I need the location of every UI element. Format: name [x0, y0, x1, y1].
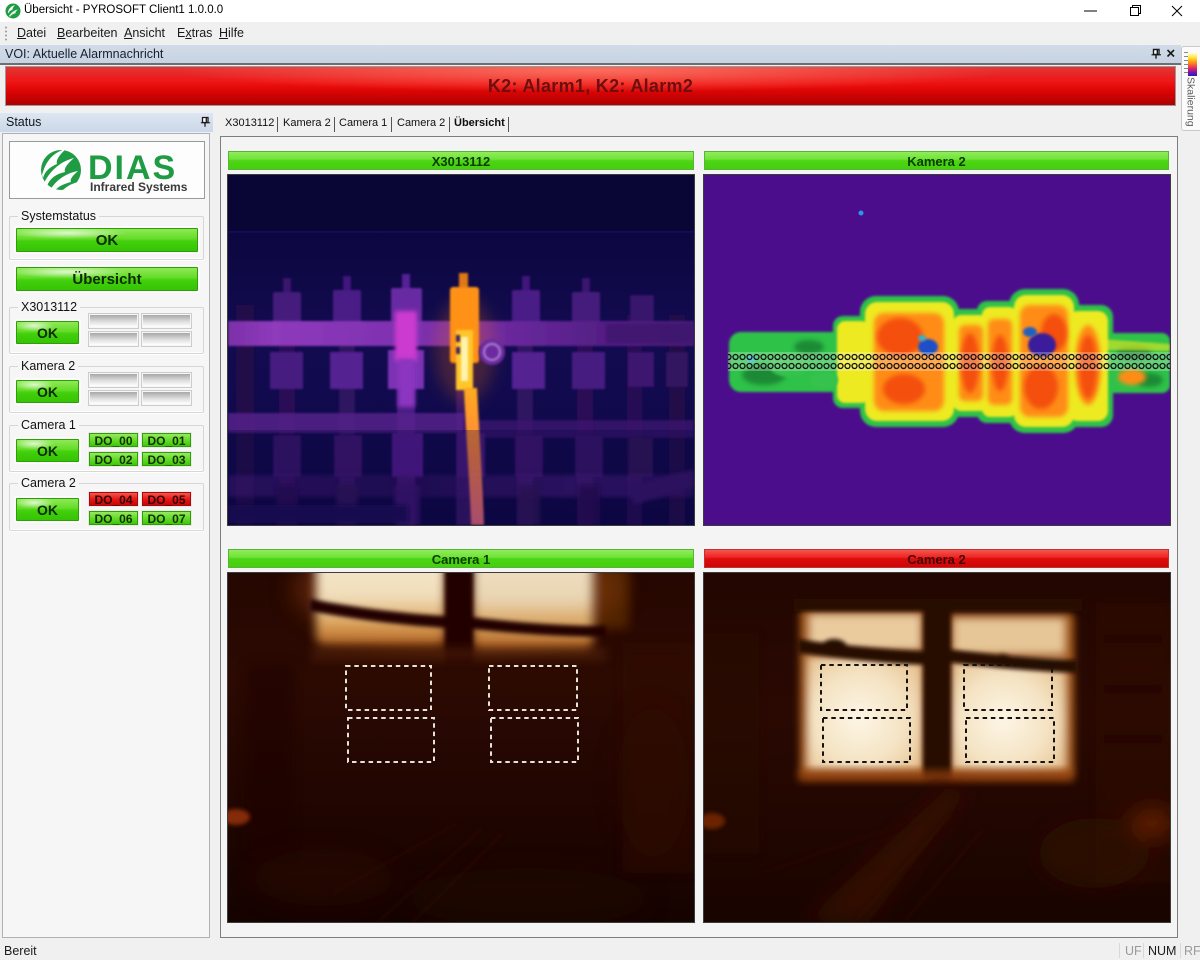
svg-text:Infrared Systems: Infrared Systems: [90, 180, 188, 194]
